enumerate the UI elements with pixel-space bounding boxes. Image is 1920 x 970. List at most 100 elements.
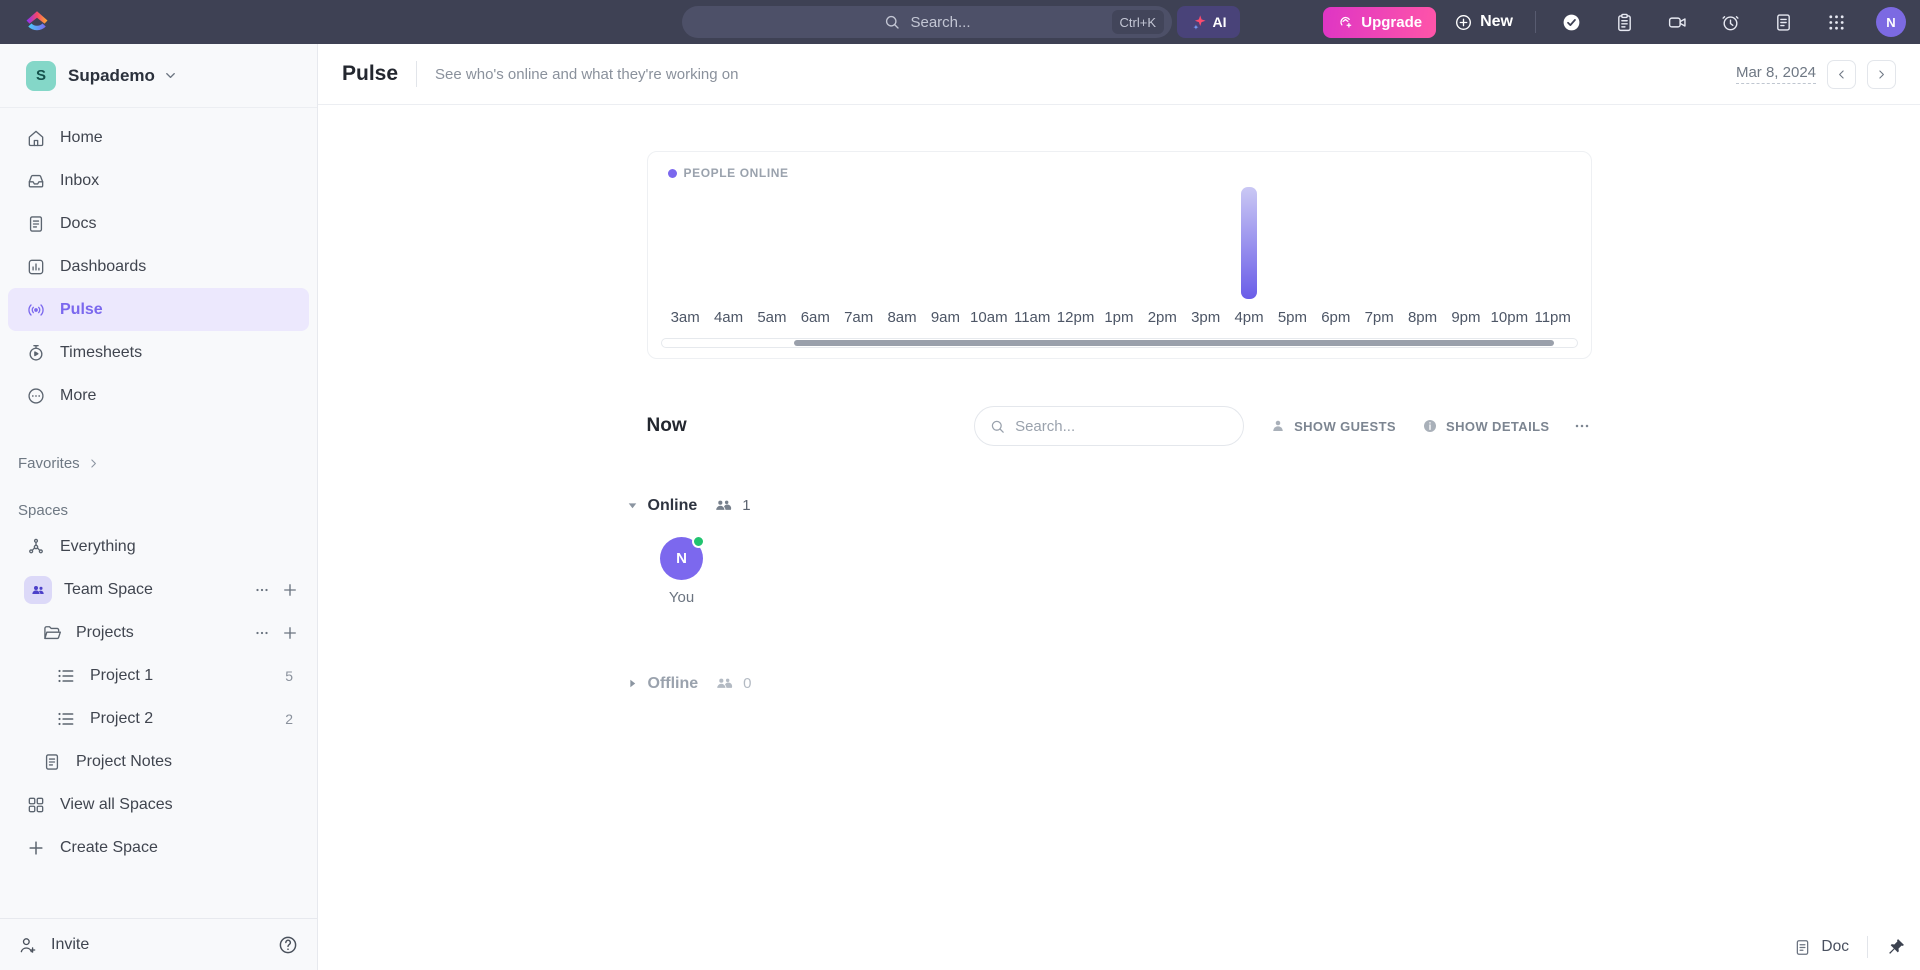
previous-day-button[interactable] [1827,59,1856,89]
space-item-label: Team Space [64,580,153,598]
doc-shortcut-button[interactable]: Doc [1793,938,1849,957]
sidebar-item-timesheets[interactable]: Timesheets [8,331,309,374]
space-item-label: Create Space [60,838,158,856]
people-group-icon [714,496,733,515]
sidebar-item-label: Home [60,128,103,146]
people-icon [30,582,46,598]
online-group-label: Online [647,496,698,514]
sidebar-item-label: Pulse [60,300,103,318]
offline-group-header[interactable]: Offline 0 [626,674,1592,693]
list-item-project-2[interactable]: Project 2 2 [8,697,309,740]
chart-tick-label: 5pm [1277,309,1308,326]
doc-item-project-notes[interactable]: Project Notes [8,740,309,783]
global-search-button[interactable]: Search... Ctrl+K [682,6,1172,38]
reminders-clock-icon[interactable] [1720,12,1741,33]
sidebar-item-more[interactable]: More [8,374,309,417]
global-search-placeholder: Search... [910,13,971,31]
workspace-switcher[interactable]: S Supademo [0,44,317,108]
sidebar-item-label: Docs [60,214,97,232]
apps-grid-icon[interactable] [1826,12,1847,33]
chart-tick-label: 8am [887,309,917,326]
create-space-button[interactable]: Create Space [8,826,309,869]
ai-button[interactable]: AI [1177,6,1240,38]
chart-tick-label: 11pm [1534,309,1571,326]
sidebar: S Supademo Home Inbox Docs Dashboards Pu… [0,44,318,970]
record-video-icon[interactable] [1667,12,1688,33]
member-card-you: N You [660,535,705,606]
list-item-project-1[interactable]: Project 1 5 [8,654,309,697]
chart-tick-label: 10am [970,309,1008,326]
page-subtitle: See who's online and what they're workin… [435,65,739,83]
online-count: 1 [742,497,751,514]
next-day-button[interactable] [1867,59,1896,89]
pulse-broadcast-icon [26,300,46,320]
list-icon [56,709,76,729]
folder-item-projects[interactable]: Projects [8,611,309,654]
dashboard-icon [26,257,46,277]
legend-dot-icon [667,168,677,178]
team-space-avatar [24,575,52,604]
chart-tick-label: 9am [930,309,961,326]
tasks-check-icon[interactable] [1561,12,1582,33]
show-guests-toggle[interactable]: SHOW GUESTS [1270,418,1396,434]
sidebar-item-inbox[interactable]: Inbox [8,159,309,202]
inbox-icon [26,171,46,191]
upgrade-button[interactable]: Upgrade [1323,6,1437,38]
chart-tick-label: 6am [800,309,830,326]
sidebar-item-home[interactable]: Home [8,116,309,159]
space-item-team-space[interactable]: Team Space [8,568,309,611]
sidebar-item-docs[interactable]: Docs [8,202,309,245]
chevron-down-icon [626,499,639,512]
sidebar-item-pulse[interactable]: Pulse [8,288,309,331]
notepad-icon[interactable] [1614,12,1635,33]
show-details-toggle[interactable]: SHOW DETAILS [1422,418,1550,434]
guest-person-icon [1270,418,1286,434]
task-count-badge: 2 [285,710,293,727]
add-icon[interactable] [281,624,299,642]
upgrade-label: Upgrade [1361,13,1423,31]
chart-scrollbar-thumb[interactable] [794,340,1554,346]
main-area: Pulse See who's online and what they're … [318,44,1920,970]
chart-tick-label: 7am [844,309,874,326]
user-avatar[interactable]: N [1876,7,1906,37]
online-group-header[interactable]: Online 1 [626,496,1592,515]
ellipsis-icon[interactable] [253,581,271,599]
topbar-actions: Upgrade New N [1323,0,1906,44]
list-icon [56,666,76,686]
more-options-icon[interactable] [1572,416,1592,436]
invite-button[interactable]: Invite [18,935,277,955]
everything-network-icon [26,537,46,557]
document-icon [1793,938,1812,957]
ellipsis-icon[interactable] [253,624,271,642]
sidebar-nav: Home Inbox Docs Dashboards Pulse Timeshe… [0,108,317,417]
members-search-input[interactable] [1015,417,1230,435]
document-icon [26,214,46,234]
sidebar-footer: Invite [0,918,317,970]
show-details-label: SHOW DETAILS [1446,418,1550,434]
date-selector[interactable]: Mar 8, 2024 [1735,64,1816,84]
space-item-label: Everything [60,537,136,555]
sidebar-item-dashboards[interactable]: Dashboards [8,245,309,288]
view-all-spaces-button[interactable]: View all Spaces [8,783,309,826]
add-icon[interactable] [281,581,299,599]
clickup-logo-icon[interactable] [22,7,52,37]
grid-icon [26,795,46,815]
workspace-avatar: S [26,60,56,91]
member-avatar[interactable]: N [660,535,705,580]
offline-group-label: Offline [647,674,699,692]
pulse-content: PEOPLE ONLINE 3am 4am 5am 6am 7am 8am 9am 10am 1… [647,151,1592,693]
space-item-label: Project Notes [76,752,173,770]
plus-icon [26,838,46,858]
search-shortcut-badge: Ctrl+K [1111,10,1164,34]
sidebar-item-label: Inbox [60,171,100,189]
new-button-label: New [1480,13,1513,30]
people-group-icon [715,674,734,693]
pin-icon[interactable] [1886,937,1906,957]
help-icon[interactable] [277,934,299,956]
member-name-label: You [668,589,695,606]
spaces-section-label: Spaces [18,502,69,519]
favorites-section-toggle[interactable]: Favorites [0,455,317,472]
docs-icon[interactable] [1773,12,1794,33]
space-item-everything[interactable]: Everything [8,525,309,568]
new-button[interactable]: New [1446,7,1521,38]
